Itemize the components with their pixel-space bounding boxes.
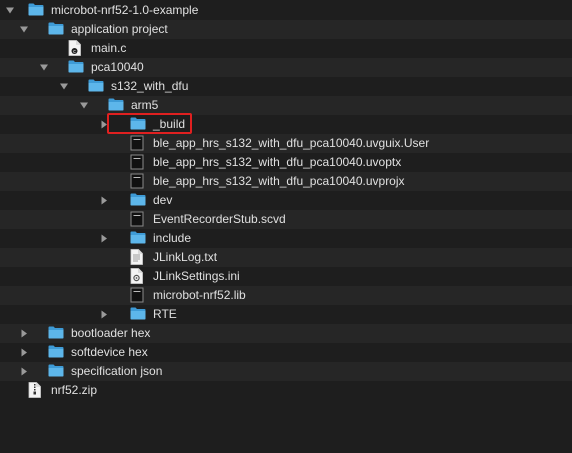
disclosure-expanded-icon[interactable] (18, 20, 30, 39)
disclosure-expanded-icon[interactable] (38, 58, 50, 77)
text-file-icon (130, 249, 146, 265)
item-label: ble_app_hrs_s132_with_dfu_pca10040.uvpro… (153, 174, 405, 188)
folder-icon (48, 21, 64, 37)
file-row[interactable]: c main.c (0, 39, 572, 58)
file-row[interactable]: JLinkSettings.ini (0, 267, 572, 286)
folder-row[interactable]: include (0, 229, 572, 248)
file-row[interactable]: EventRecorderStub.scvd (0, 210, 572, 229)
document-file-icon (130, 211, 146, 227)
folder-row[interactable]: _build (0, 115, 572, 134)
settings-file-icon (130, 268, 146, 284)
folder-row[interactable]: softdevice hex (0, 343, 572, 362)
item-label: dev (153, 193, 173, 207)
folder-icon (28, 2, 44, 18)
folder-icon (68, 59, 84, 75)
folder-icon (48, 363, 64, 379)
folder-row[interactable]: pca10040 (0, 58, 572, 77)
file-row[interactable]: ble_app_hrs_s132_with_dfu_pca10040.uvpro… (0, 172, 572, 191)
item-label: microbot-nrf52-1.0-example (51, 3, 199, 17)
item-label: ble_app_hrs_s132_with_dfu_pca10040.uvgui… (153, 136, 430, 150)
file-row[interactable]: JLinkLog.txt (0, 248, 572, 267)
item-label: JLinkSettings.ini (153, 269, 240, 283)
document-file-icon (130, 173, 146, 189)
file-row[interactable]: nrf52.zip (0, 381, 572, 400)
folder-row[interactable]: dev (0, 191, 572, 210)
item-label: EventRecorderStub.scvd (153, 212, 286, 226)
item-label: JLinkLog.txt (153, 250, 218, 264)
disclosure-collapsed-icon[interactable] (98, 191, 110, 210)
disclosure-collapsed-icon[interactable] (98, 305, 110, 324)
folder-icon (130, 230, 146, 246)
folder-row[interactable]: s132_with_dfu (0, 77, 572, 96)
folder-row[interactable]: application project (0, 20, 572, 39)
item-label: main.c (91, 41, 127, 55)
item-label: microbot-nrf52.lib (153, 288, 246, 302)
folder-icon (108, 97, 124, 113)
item-label: softdevice hex (71, 345, 148, 359)
c-source-file-icon: c (68, 40, 84, 56)
folder-icon (88, 78, 104, 94)
item-label: s132_with_dfu (111, 79, 189, 93)
disclosure-collapsed-icon[interactable] (18, 324, 30, 343)
folder-row[interactable]: microbot-nrf52-1.0-example (0, 1, 572, 20)
disclosure-expanded-icon[interactable] (4, 1, 16, 20)
document-file-icon (130, 135, 146, 151)
file-row[interactable]: ble_app_hrs_s132_with_dfu_pca10040.uvgui… (0, 134, 572, 153)
disclosure-collapsed-icon[interactable] (98, 229, 110, 248)
disclosure-expanded-icon[interactable] (58, 77, 70, 96)
file-row[interactable]: microbot-nrf52.lib (0, 286, 572, 305)
item-label: pca10040 (91, 60, 144, 74)
item-label: specification json (71, 364, 163, 378)
svg-text:c: c (73, 49, 76, 55)
folder-icon (130, 192, 146, 208)
item-label: bootloader hex (71, 326, 151, 340)
zip-file-icon (28, 382, 44, 398)
document-file-icon (130, 154, 146, 170)
item-label: RTE (153, 307, 177, 321)
folder-icon (130, 306, 146, 322)
disclosure-collapsed-icon[interactable] (18, 362, 30, 381)
disclosure-expanded-icon[interactable] (78, 96, 90, 115)
folder-icon (48, 325, 64, 341)
document-file-icon (130, 287, 146, 303)
file-row[interactable]: ble_app_hrs_s132_with_dfu_pca10040.uvopt… (0, 153, 572, 172)
item-label: nrf52.zip (51, 383, 98, 397)
item-label: include (153, 231, 192, 245)
folder-row[interactable]: RTE (0, 305, 572, 324)
folder-row[interactable]: arm5 (0, 96, 572, 115)
folder-row[interactable]: specification json (0, 362, 572, 381)
item-label: application project (71, 22, 168, 36)
highlight-box (107, 113, 192, 134)
disclosure-collapsed-icon[interactable] (18, 343, 30, 362)
folder-icon (48, 344, 64, 360)
folder-row[interactable]: bootloader hex (0, 324, 572, 343)
item-label: ble_app_hrs_s132_with_dfu_pca10040.uvopt… (153, 155, 402, 169)
